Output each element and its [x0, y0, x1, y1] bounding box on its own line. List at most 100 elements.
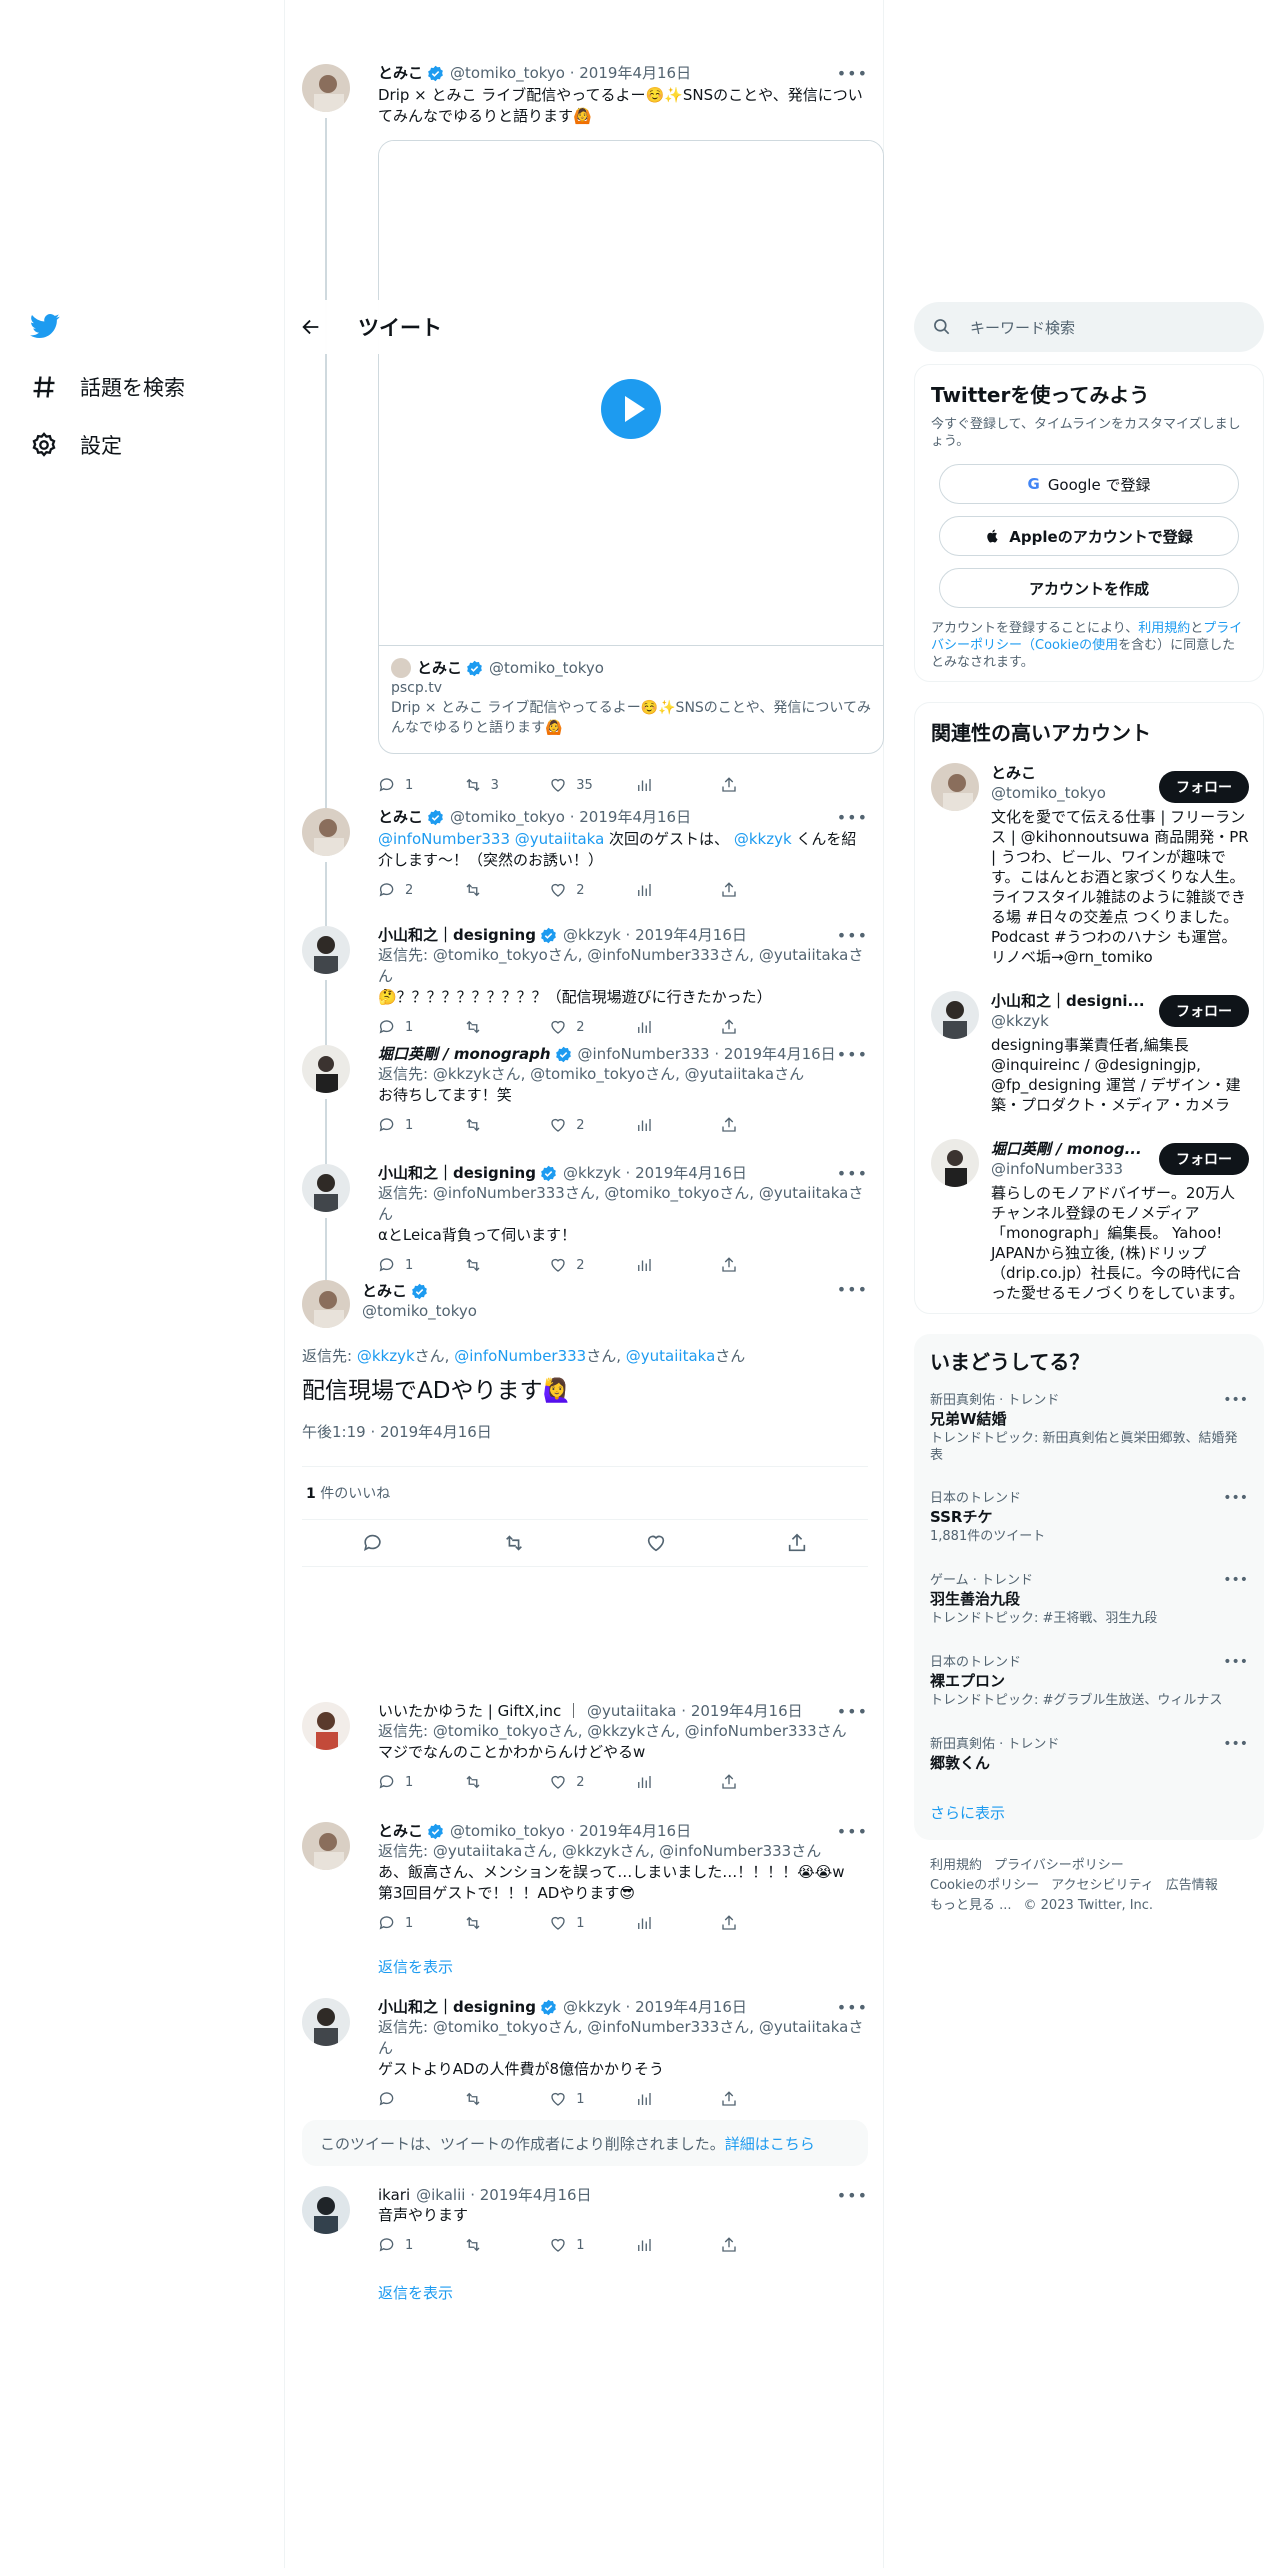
retweet-button[interactable]	[464, 1914, 550, 1932]
author-handle[interactable]: @infoNumber333	[578, 1045, 710, 1063]
author-handle[interactable]: @tomiko_tokyo	[450, 808, 565, 826]
tweet[interactable]: いいたかゆうた | GiftX,inc ｜ @yutaiitaka · 2019年…	[302, 1702, 868, 1814]
reply-context[interactable]: 返信先: @kkzykさん, @tomiko_tokyoさん, @yutaiit…	[378, 1064, 868, 1085]
author-handle[interactable]: @kkzyk	[563, 1998, 621, 2016]
more-icon[interactable]: •••	[837, 1164, 868, 1183]
share-button[interactable]	[720, 1914, 806, 1932]
footer-ads[interactable]: 広告情報	[1166, 1878, 1218, 1893]
trend-item[interactable]: ゲーム · トレンド 羽生善治九段 トレンドトピック: #王将戦、羽生九段 •••	[930, 1572, 1248, 1627]
google-signup-button[interactable]: G Google で登録	[939, 464, 1239, 504]
follow-button[interactable]: フォロー	[1159, 995, 1249, 1027]
tweet[interactable]: とみこ @tomiko_tokyo · 2019年4月16日 ••• @infoN…	[302, 808, 868, 928]
author-handle[interactable]: @ikalii	[416, 2186, 465, 2204]
avatar[interactable]	[302, 64, 350, 112]
footer-privacy[interactable]: プライバシーポリシー	[994, 1858, 1124, 1873]
create-account-button[interactable]: アカウントを作成	[939, 568, 1239, 608]
avatar[interactable]	[302, 1164, 350, 1212]
more-icon[interactable]: •••	[1223, 1572, 1248, 1588]
reply-context[interactable]: 返信先: @infoNumber333さん, @tomiko_tokyoさん, …	[378, 1183, 868, 1225]
author-handle[interactable]: @kkzyk	[563, 926, 621, 944]
avatar[interactable]	[302, 1045, 350, 1093]
more-icon[interactable]: •••	[1223, 1654, 1248, 1670]
avatar[interactable]	[302, 1280, 350, 1328]
avatar[interactable]	[302, 1702, 350, 1750]
author-name[interactable]: ikari	[378, 2186, 410, 2205]
mention-link[interactable]: @yutaiitaka	[626, 1347, 715, 1365]
like-button[interactable]: 1	[549, 2090, 635, 2108]
avatar[interactable]	[931, 763, 979, 811]
like-button[interactable]	[645, 1532, 667, 1554]
like-button[interactable]: 35	[549, 776, 635, 794]
author-handle[interactable]: @kkzyk	[563, 1164, 621, 1182]
reply-button[interactable]: 1	[378, 1773, 464, 1791]
retweet-button[interactable]	[464, 2090, 550, 2108]
like-button[interactable]: 1	[549, 2236, 635, 2254]
tweet[interactable]: 小山和之｜designing @kkzyk · 2019年4月16日 ••• 返信…	[302, 1164, 868, 1284]
tweet-date[interactable]: 2019年4月16日	[724, 1045, 836, 1063]
avatar[interactable]	[302, 2186, 350, 2234]
retweet-button[interactable]: 3	[464, 776, 550, 794]
apple-signup-button[interactable]: Appleのアカウントで登録	[939, 516, 1239, 556]
reply-context[interactable]: 返信先: @tomiko_tokyoさん, @infoNumber333さん, …	[378, 945, 868, 987]
author-handle[interactable]: @tomiko_tokyo	[362, 1301, 477, 1321]
reply-button[interactable]: 1	[378, 2236, 464, 2254]
avatar[interactable]	[931, 991, 979, 1039]
follow-button[interactable]: フォロー	[1159, 1143, 1249, 1175]
video-thumbnail[interactable]	[379, 141, 883, 645]
analytics-button[interactable]	[635, 1773, 721, 1791]
retweet-button[interactable]	[503, 1532, 525, 1554]
tweet-date[interactable]: 2019年4月16日	[635, 926, 747, 944]
suggested-account[interactable]: 堀口英剛 / monog... @infoNumber333 暮らしのモノアドバ…	[931, 1139, 1249, 1309]
likes-count-row[interactable]: 1 件のいいね	[302, 1467, 868, 1519]
tweet-date[interactable]: 2019年4月16日	[579, 808, 691, 826]
analytics-button[interactable]	[635, 1116, 721, 1134]
more-icon[interactable]: •••	[837, 64, 868, 83]
like-button[interactable]: 2	[549, 1773, 635, 1791]
author-name[interactable]: 小山和之｜designing	[378, 1998, 536, 2017]
card-footer[interactable]: とみこ @tomiko_tokyo pscp.tv Drip × とみこ ライブ配…	[379, 645, 883, 753]
author-name[interactable]: いいたかゆうた | GiftX,inc ｜	[378, 1702, 581, 1721]
more-icon[interactable]: •••	[1223, 1736, 1248, 1752]
more-icon[interactable]: •••	[837, 1280, 868, 1299]
tweet-timestamp[interactable]: 午後1:19 · 2019年4月16日	[302, 1421, 868, 1442]
back-arrow-icon[interactable]	[300, 316, 322, 338]
reply-button[interactable]: 1	[378, 1256, 464, 1274]
author-name[interactable]: とみこ	[362, 1282, 407, 1301]
analytics-button[interactable]	[635, 1256, 721, 1274]
analytics-button[interactable]	[635, 2090, 721, 2108]
more-icon[interactable]: •••	[837, 1998, 868, 2017]
footer-cookie[interactable]: Cookieのポリシー	[930, 1878, 1039, 1893]
author-name[interactable]: とみこ	[378, 1822, 423, 1841]
retweet-button[interactable]	[464, 1018, 550, 1036]
tweet-date[interactable]: 2019年4月16日	[579, 64, 691, 82]
like-button[interactable]: 2	[549, 1116, 635, 1134]
tweet-date[interactable]: 2019年4月16日	[691, 1702, 803, 1720]
analytics-button[interactable]	[635, 1018, 721, 1036]
author-handle[interactable]: @tomiko_tokyo	[450, 64, 565, 82]
share-button[interactable]	[720, 1256, 806, 1274]
retweet-button[interactable]	[464, 1116, 550, 1134]
tweet-date[interactable]: 2019年4月16日	[579, 1822, 691, 1840]
author-handle[interactable]: @yutaiitaka	[587, 1702, 676, 1720]
trend-item[interactable]: 日本のトレンド 裸エプロン トレンドトピック: #グラブル生放送、ウィルナス •••	[930, 1654, 1248, 1709]
show-replies-link[interactable]: 返信を表示	[378, 2282, 453, 2303]
tweet-date[interactable]: 2019年4月16日	[480, 2186, 592, 2204]
author-name[interactable]: 小山和之｜designing	[378, 926, 536, 945]
tweet[interactable]: とみこ @tomiko_tokyo · 2019年4月16日 ••• Drip ×…	[302, 64, 884, 808]
like-button[interactable]: 2	[549, 1256, 635, 1274]
nav-explore[interactable]: 話題を検索	[30, 372, 185, 402]
more-icon[interactable]: •••	[837, 1702, 868, 1721]
author-handle[interactable]: @tomiko_tokyo	[450, 1822, 565, 1840]
reply-context[interactable]: 返信先: @yutaiitakaさん, @kkzykさん, @infoNumbe…	[378, 1841, 868, 1862]
share-button[interactable]	[720, 2236, 806, 2254]
learn-more-link[interactable]: 詳細はこちら	[725, 2135, 815, 2153]
follow-button[interactable]: フォロー	[1159, 771, 1249, 803]
suggested-account[interactable]: とみこ @tomiko_tokyo 文化を愛でて伝える仕事 | フリーランス |…	[931, 763, 1249, 983]
more-icon[interactable]: •••	[1223, 1392, 1248, 1408]
avatar[interactable]	[302, 808, 350, 856]
share-button[interactable]	[720, 776, 806, 794]
nav-settings[interactable]: 設定	[30, 430, 122, 460]
retweet-button[interactable]	[464, 2236, 550, 2254]
reply-button[interactable]: 2	[378, 881, 464, 899]
more-icon[interactable]: •••	[1223, 1490, 1248, 1506]
